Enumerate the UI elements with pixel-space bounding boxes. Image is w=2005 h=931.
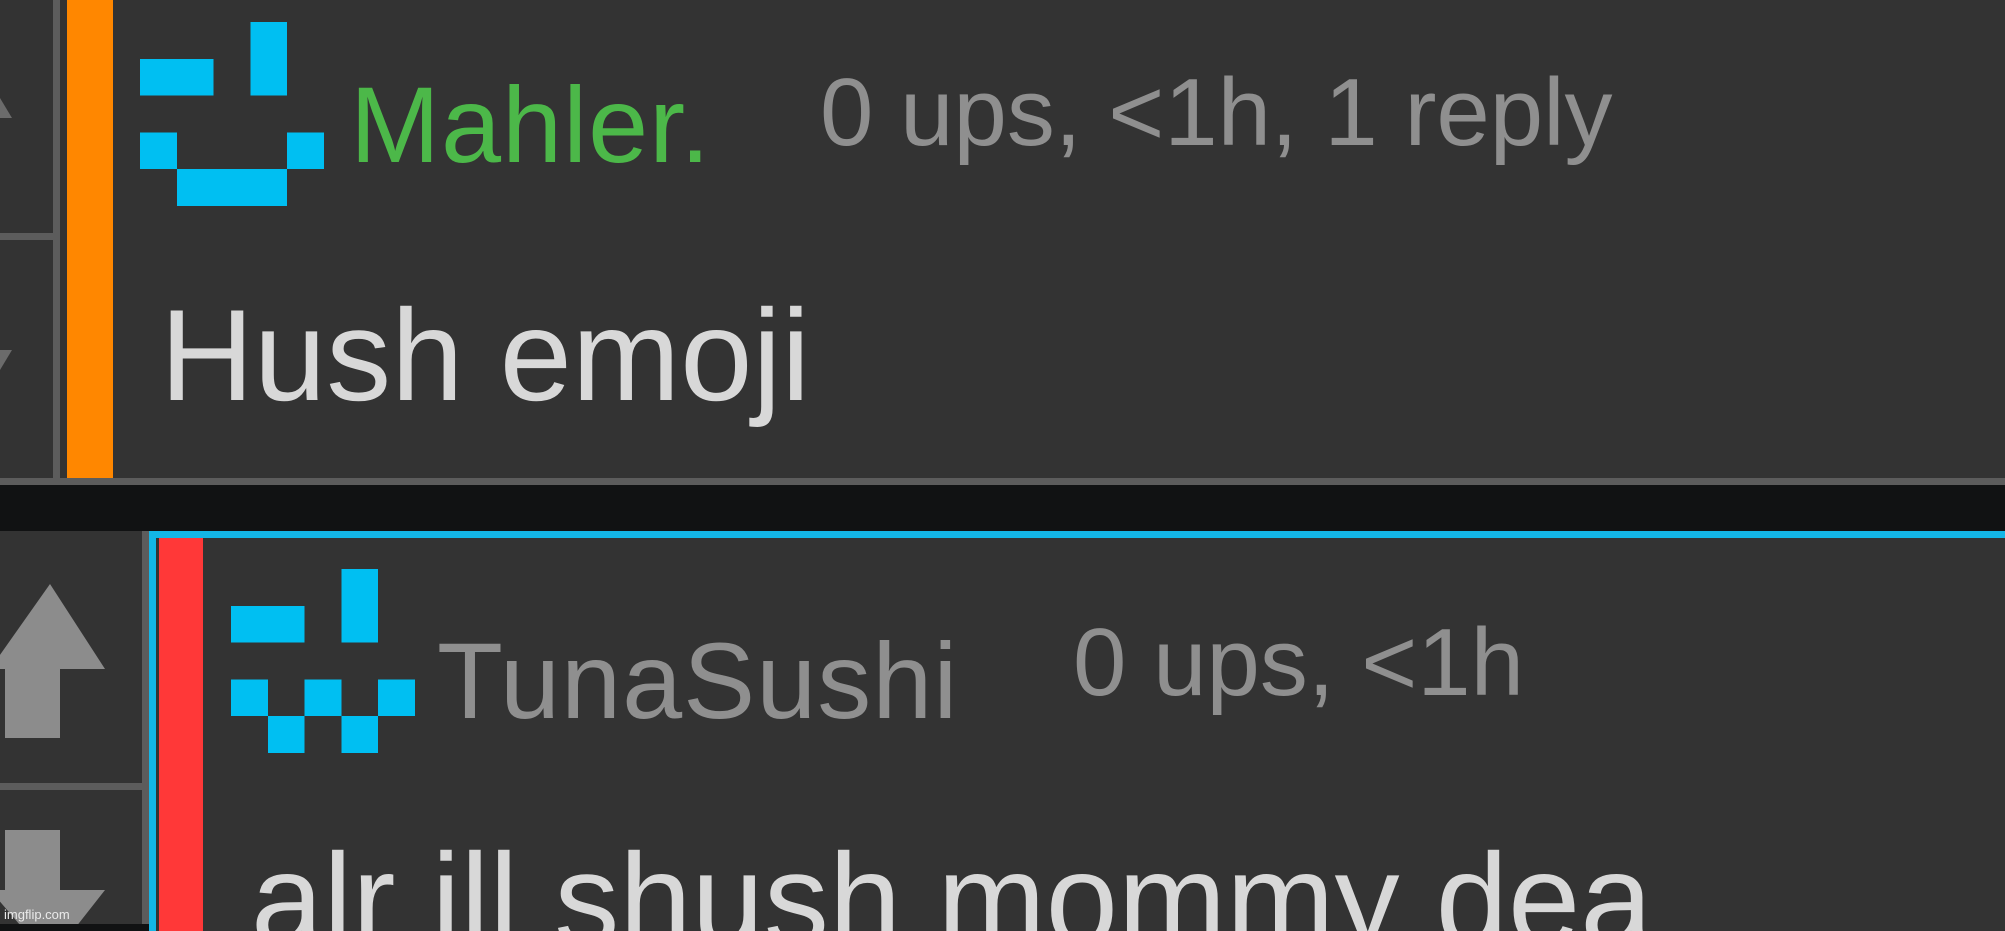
downvote-button[interactable] <box>0 240 60 478</box>
comment-text: alr ill shush mommy dea <box>251 826 1653 931</box>
vote-column <box>0 0 60 478</box>
comment-meta: 0 ups, <1h, 1 reply <box>820 59 1613 166</box>
down-arrow-icon <box>0 830 105 924</box>
comment-depth-bar <box>67 0 113 478</box>
up-arrow-icon <box>0 584 105 738</box>
pixel-smiley-icon[interactable] <box>231 569 415 753</box>
watermark: imgflip.com <box>4 907 70 922</box>
comment-mahler: Mahler. 0 ups, <1h, 1 reply Hush emoji <box>0 0 2005 485</box>
upvote-button[interactable] <box>0 538 149 790</box>
down-arrow-icon <box>0 350 12 370</box>
comment-text: Hush emoji <box>160 282 811 428</box>
vote-column <box>0 531 149 924</box>
up-arrow-icon <box>0 98 12 118</box>
comment-depth-bar <box>159 538 203 931</box>
downvote-button[interactable] <box>0 790 149 924</box>
username[interactable]: Mahler. <box>350 62 711 187</box>
upvote-button[interactable] <box>0 0 60 240</box>
comment-meta: 0 ups, <1h <box>1073 609 1525 716</box>
pixel-smiley-icon[interactable] <box>140 22 324 206</box>
username[interactable]: TunaSushi <box>437 618 958 743</box>
comment-tunasushi: TunaSushi 0 ups, <1h alr ill shush mommy… <box>149 531 2005 931</box>
